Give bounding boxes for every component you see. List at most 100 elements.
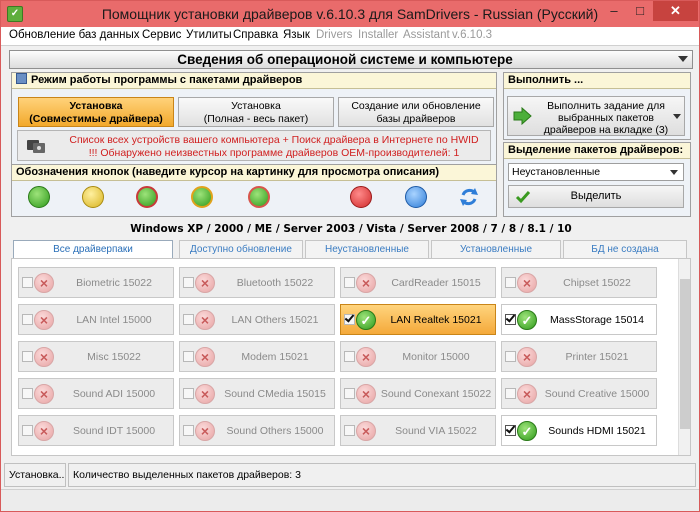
driver-card[interactable]: Misc 15022 bbox=[18, 341, 174, 372]
driver-card[interactable]: Printer 15021 bbox=[501, 341, 657, 372]
menu-help[interactable]: Справка bbox=[233, 29, 278, 41]
close-button[interactable]: ✕ bbox=[653, 1, 698, 21]
driver-checkbox[interactable] bbox=[22, 314, 33, 325]
tab-not-installed[interactable]: Неустановленные bbox=[305, 240, 429, 258]
driver-card[interactable]: Sound IDT 15000 bbox=[18, 415, 174, 446]
not-installed-icon bbox=[517, 273, 537, 293]
driver-card[interactable]: Sound VIA 15022 bbox=[340, 415, 496, 446]
driver-name: Sound CMedia 15015 bbox=[224, 388, 326, 400]
hwid-info-line: Список всех устройств вашего компьютера … bbox=[69, 134, 479, 146]
tab-db-not-created[interactable]: БД не создана bbox=[563, 240, 687, 258]
warning-check-icon[interactable] bbox=[191, 186, 213, 208]
driver-card[interactable]: Sound CMedia 15015 bbox=[179, 378, 335, 409]
hwid-search-button[interactable]: Список всех устройств вашего компьютера … bbox=[17, 130, 491, 161]
maximize-button[interactable]: □ bbox=[627, 1, 653, 21]
menu-service[interactable]: Сервис bbox=[142, 29, 181, 41]
not-installed-icon bbox=[34, 347, 54, 367]
driver-card[interactable]: Sounds HDMI 15021 bbox=[501, 415, 657, 446]
driver-name: Sound IDT 15000 bbox=[72, 425, 156, 437]
driver-checkbox[interactable] bbox=[22, 425, 33, 436]
driver-card[interactable]: CardReader 15015 bbox=[340, 267, 496, 298]
install-compatible-button[interactable]: Установка (Совместимые драйвера) bbox=[18, 97, 174, 127]
driver-checkbox[interactable] bbox=[183, 314, 194, 325]
driver-name: Biometric 15022 bbox=[76, 277, 152, 289]
driver-checkbox[interactable] bbox=[344, 277, 355, 288]
red-check-icon[interactable] bbox=[136, 186, 158, 208]
tab-installed[interactable]: Установленные bbox=[431, 240, 561, 258]
driver-card[interactable]: Bluetooth 15022 bbox=[179, 267, 335, 298]
driver-name: LAN Others 15021 bbox=[231, 314, 319, 326]
driver-card[interactable]: Sound ADI 15000 bbox=[18, 378, 174, 409]
refresh-icon[interactable] bbox=[458, 186, 480, 208]
selection-dropdown[interactable]: Неустановленные bbox=[508, 163, 684, 181]
driver-checkbox[interactable] bbox=[22, 388, 33, 399]
driver-card[interactable]: Monitor 15000 bbox=[340, 341, 496, 372]
driver-checkbox[interactable] bbox=[505, 277, 516, 288]
driver-card[interactable]: Sound Conexant 15022 bbox=[340, 378, 496, 409]
driver-card[interactable]: Chipset 15022 bbox=[501, 267, 657, 298]
driver-checkbox[interactable] bbox=[183, 425, 194, 436]
driver-name: Chipset 15022 bbox=[563, 277, 631, 289]
create-database-button[interactable]: Создание или обновление базы драйверов bbox=[338, 97, 494, 127]
driver-tabs: Все драйверпаки Доступно обновление Неус… bbox=[11, 240, 691, 259]
package-icon bbox=[16, 73, 27, 84]
green-check-icon[interactable] bbox=[28, 186, 50, 208]
title-bar[interactable]: ✓ Помощник установки драйверов v.6.10.3 … bbox=[1, 1, 699, 27]
yellow-check-icon[interactable] bbox=[82, 186, 104, 208]
driver-checkbox[interactable] bbox=[183, 351, 194, 362]
driver-checkbox[interactable] bbox=[22, 351, 33, 362]
execute-panel-header: Выполнить ... bbox=[504, 73, 690, 89]
not-installed-icon bbox=[195, 421, 215, 441]
help-icon[interactable] bbox=[405, 186, 427, 208]
not-installed-icon bbox=[34, 310, 54, 330]
outdated-check-icon[interactable] bbox=[248, 186, 270, 208]
minimize-button[interactable]: ‒ bbox=[601, 1, 627, 21]
tab-updates-available[interactable]: Доступно обновление bbox=[179, 240, 303, 258]
tab-all-driverpacks[interactable]: Все драйверпаки bbox=[13, 240, 173, 259]
window-title: Помощник установки драйверов v.6.10.3 дл… bbox=[101, 6, 599, 22]
driver-name: Sounds HDMI 15021 bbox=[548, 425, 646, 437]
menu-version: v.6.10.3 bbox=[452, 29, 493, 41]
driver-card[interactable]: Sound Creative 15000 bbox=[501, 378, 657, 409]
driver-checkbox[interactable] bbox=[344, 351, 355, 362]
execute-task-button[interactable]: Выполнить задание для выбранных пакетов … bbox=[507, 96, 685, 136]
driver-card[interactable]: Sound Others 15000 bbox=[179, 415, 335, 446]
install-full-button[interactable]: Установка (Полная - весь пакет) bbox=[178, 97, 334, 127]
driver-card[interactable]: LAN Others 15021 bbox=[179, 304, 335, 335]
vertical-scrollbar[interactable] bbox=[678, 259, 690, 455]
select-button[interactable]: Выделить bbox=[508, 185, 684, 208]
driver-card[interactable]: Modem 15021 bbox=[179, 341, 335, 372]
driver-checkbox[interactable] bbox=[183, 388, 194, 399]
menu-utilities[interactable]: Утилиты bbox=[186, 29, 232, 41]
driver-checkbox[interactable] bbox=[344, 312, 355, 325]
mode-panel: Режим работы программы с пакетами драйве… bbox=[11, 72, 497, 167]
driver-checkbox[interactable] bbox=[505, 312, 516, 325]
driver-checkbox[interactable] bbox=[344, 425, 355, 436]
driver-name: Sound Conexant 15022 bbox=[380, 388, 492, 400]
driver-card[interactable]: MassStorage 15014 bbox=[501, 304, 657, 335]
installed-check-icon bbox=[356, 310, 376, 330]
driver-card[interactable]: Biometric 15022 bbox=[18, 267, 174, 298]
checkmark-icon bbox=[344, 312, 355, 323]
menu-update-databases[interactable]: Обновление баз данных bbox=[9, 29, 139, 41]
driver-checkbox[interactable] bbox=[183, 277, 194, 288]
system-info-header[interactable]: Сведения об операционой системе и компью… bbox=[9, 50, 693, 69]
driver-checkbox[interactable] bbox=[22, 277, 33, 288]
scrollbar-thumb[interactable] bbox=[680, 279, 690, 429]
menu-language[interactable]: Язык bbox=[283, 29, 310, 41]
not-installed-icon bbox=[517, 347, 537, 367]
driver-checkbox[interactable] bbox=[505, 388, 516, 399]
driver-name: Bluetooth 15022 bbox=[236, 277, 314, 289]
driver-name: LAN Realtek 15021 bbox=[390, 314, 482, 326]
installed-check-icon bbox=[517, 310, 537, 330]
driver-name: Monitor 15000 bbox=[402, 351, 470, 363]
driver-card[interactable]: LAN Realtek 15021 bbox=[340, 304, 496, 335]
bottom-strip bbox=[1, 489, 699, 511]
driver-checkbox[interactable] bbox=[505, 423, 516, 436]
status-mode: Установка... bbox=[4, 463, 66, 487]
driver-card[interactable]: LAN Intel 15000 bbox=[18, 304, 174, 335]
legend-panel: Обозначения кнопок (наведите курсор на к… bbox=[11, 164, 497, 217]
not-installed-icon[interactable] bbox=[350, 186, 372, 208]
driver-checkbox[interactable] bbox=[505, 351, 516, 362]
driver-checkbox[interactable] bbox=[344, 388, 355, 399]
